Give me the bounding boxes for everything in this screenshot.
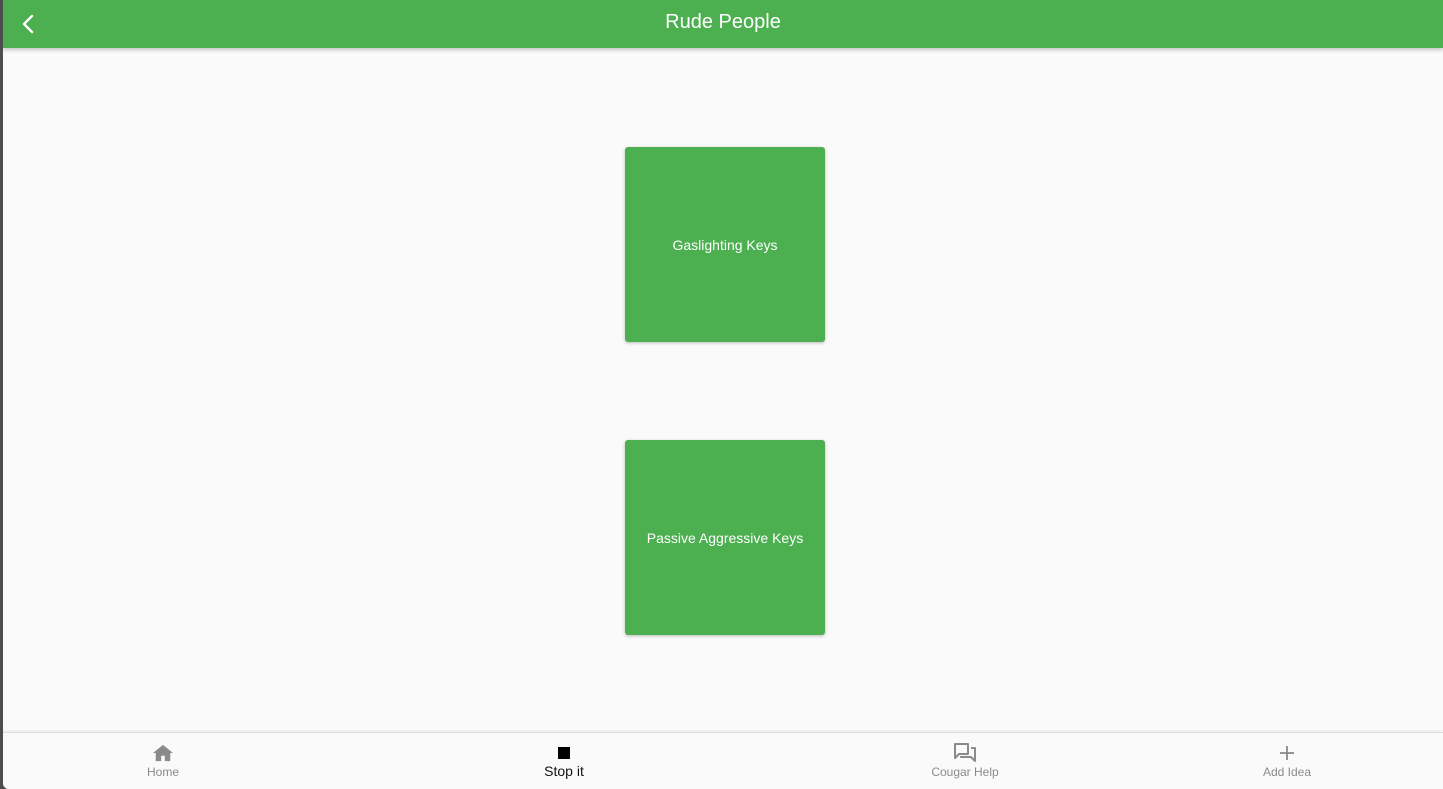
bottom-navigation: Home Stop it Cougar Help Add Idea [3, 732, 1443, 789]
gaslighting-keys-card[interactable]: Gaslighting Keys [625, 147, 825, 342]
forum-icon [953, 743, 977, 763]
nav-label-stop-it: Stop it [544, 763, 584, 779]
plus-icon [1279, 743, 1295, 763]
nav-item-stop-it[interactable]: Stop it [484, 733, 644, 789]
card-label: Passive Aggressive Keys [646, 529, 804, 546]
nav-label-cougar-help: Cougar Help [931, 765, 999, 779]
nav-label-add-idea: Add Idea [1262, 765, 1312, 779]
nav-item-add-idea[interactable]: Add Idea [1207, 733, 1367, 789]
card-label: Gaslighting Keys [672, 236, 778, 253]
stop-icon [557, 743, 571, 763]
nav-label-home: Home [146, 765, 179, 779]
passive-aggressive-keys-card[interactable]: Passive Aggressive Keys [625, 440, 825, 635]
page-title: Rude People [665, 11, 781, 33]
app-window: Rude People Gaslighting Keys Passive Agg… [3, 0, 1443, 789]
nav-item-cougar-help[interactable]: Cougar Help [885, 733, 1045, 789]
app-bar: Rude People [3, 0, 1443, 48]
nav-item-home[interactable]: Home [83, 733, 243, 789]
home-icon [152, 743, 174, 763]
